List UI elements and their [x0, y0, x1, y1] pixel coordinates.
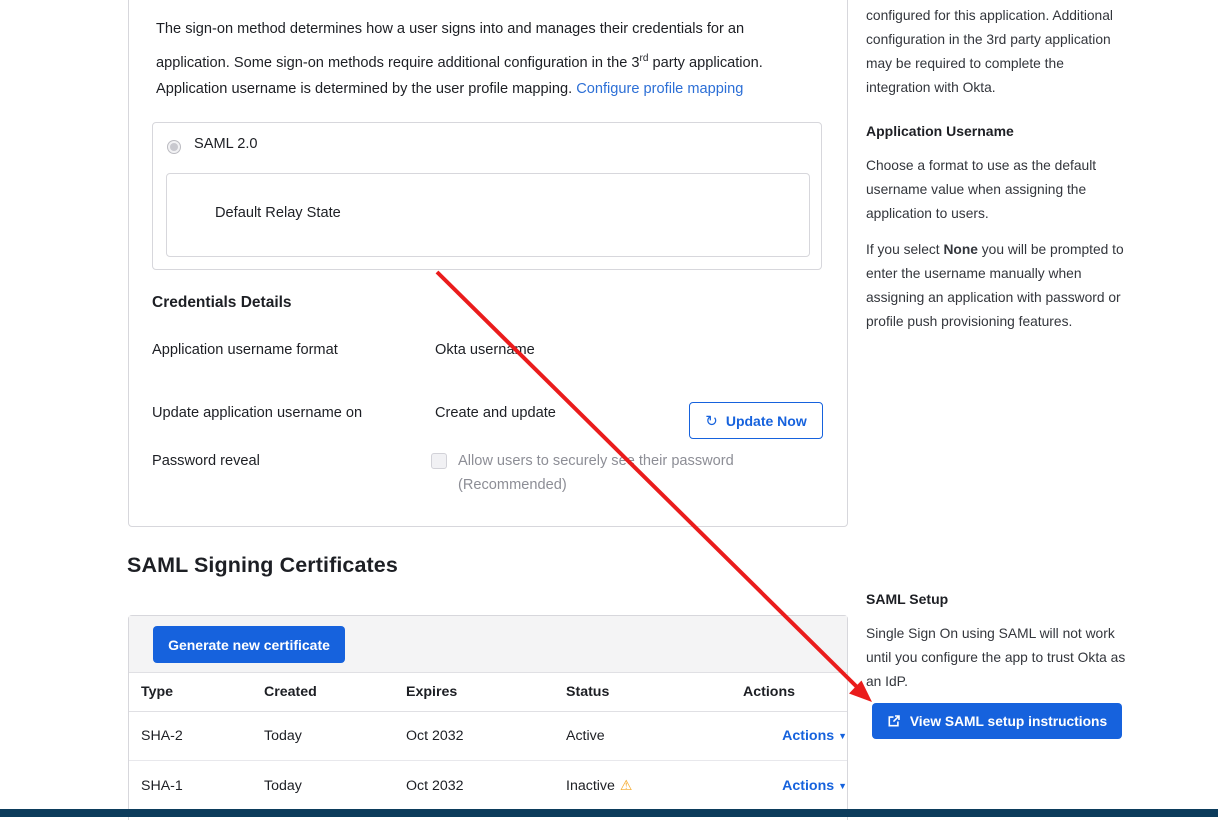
username-format-value: Okta username — [435, 342, 535, 358]
sidebar-text: If you select — [866, 242, 943, 257]
sign-on-settings-page: The sign-on method determines how a user… — [0, 0, 1218, 820]
sign-on-description-text-tail: party application. — [648, 55, 762, 71]
saml-radio-label: SAML 2.0 — [194, 136, 258, 152]
column-header-status: Status — [554, 673, 731, 712]
saml-setup-heading: SAML Setup — [866, 591, 948, 607]
saml-signing-certificates-heading: SAML Signing Certificates — [127, 553, 398, 578]
certificates-panel-header: Generate new certificate — [129, 616, 847, 673]
external-link-icon — [887, 714, 901, 728]
certificate-row-sha2: SHA-2 Today Oct 2032 Active Actions ▼ — [129, 712, 847, 761]
password-reveal-checkbox-text: Allow users to securely see their passwo… — [458, 453, 734, 469]
bottom-bar — [0, 809, 1218, 817]
view-saml-setup-instructions-button[interactable]: View SAML setup instructions — [872, 703, 1122, 739]
cert-created: Today — [252, 712, 394, 761]
chevron-down-icon: ▼ — [838, 731, 847, 741]
certificates-table-header-row: Type Created Expires Status Actions — [129, 673, 847, 712]
cert-expires: Oct 2032 — [394, 761, 554, 811]
default-relay-state-label: Default Relay State — [215, 205, 341, 221]
default-relay-state-field[interactable]: Default Relay State — [166, 173, 810, 257]
password-reveal-label: Password reveal — [152, 453, 260, 469]
actions-dropdown[interactable]: Actions ▼ — [782, 778, 847, 794]
warning-icon: ⚠ — [620, 777, 633, 793]
column-header-actions: Actions — [731, 673, 847, 712]
actions-label: Actions — [782, 778, 834, 794]
certificates-table: Type Created Expires Status Actions SHA-… — [129, 673, 847, 811]
application-username-note: Application username is determined by th… — [156, 74, 804, 104]
none-option-emphasis: None — [943, 242, 978, 257]
update-now-button[interactable]: ↻ Update Now — [689, 402, 823, 439]
actions-label: Actions — [782, 728, 834, 744]
column-header-type: Type — [129, 673, 252, 712]
update-now-label: Update Now — [726, 413, 807, 429]
saml-method-box: SAML 2.0 Default Relay State — [152, 122, 822, 270]
application-username-heading: Application Username — [866, 123, 1014, 139]
sidebar-config-paragraph: configured for this application. Additio… — [866, 4, 1128, 100]
username-mapping-text: Application username is determined by th… — [156, 81, 576, 97]
column-header-expires: Expires — [394, 673, 554, 712]
generate-new-certificate-button[interactable]: Generate new certificate — [153, 626, 345, 663]
column-header-created: Created — [252, 673, 394, 712]
password-reveal-recommended-text: (Recommended) — [458, 477, 567, 493]
credentials-details-heading: Credentials Details — [152, 294, 292, 312]
sign-on-method-description: The sign-on method determines how a user… — [156, 14, 804, 78]
password-reveal-checkbox[interactable] — [431, 453, 447, 469]
cert-type: SHA-2 — [129, 712, 252, 761]
cert-expires: Oct 2032 — [394, 712, 554, 761]
refresh-icon: ↻ — [705, 412, 718, 430]
cert-status: Active — [554, 712, 731, 761]
application-username-paragraph-1: Choose a format to use as the default us… — [866, 154, 1128, 226]
chevron-down-icon: ▼ — [838, 781, 847, 791]
saml-radio-button[interactable] — [167, 140, 181, 154]
username-format-label: Application username format — [152, 342, 338, 358]
configure-profile-mapping-link[interactable]: Configure profile mapping — [576, 81, 743, 97]
update-username-on-value: Create and update — [435, 405, 556, 421]
application-username-paragraph-2: If you select None you will be prompted … — [866, 238, 1128, 334]
cert-created: Today — [252, 761, 394, 811]
certificate-row-sha1: SHA-1 Today Oct 2032 Inactive ⚠ Actions ▼ — [129, 761, 847, 811]
view-saml-setup-label: View SAML setup instructions — [910, 714, 1107, 729]
cert-type: SHA-1 — [129, 761, 252, 811]
cert-status: Inactive — [566, 778, 615, 794]
update-username-on-label: Update application username on — [152, 405, 362, 421]
actions-dropdown[interactable]: Actions ▼ — [782, 728, 847, 744]
saml-setup-paragraph: Single Sign On using SAML will not work … — [866, 622, 1128, 694]
certificates-panel: Generate new certificate Type Created Ex… — [128, 615, 848, 820]
